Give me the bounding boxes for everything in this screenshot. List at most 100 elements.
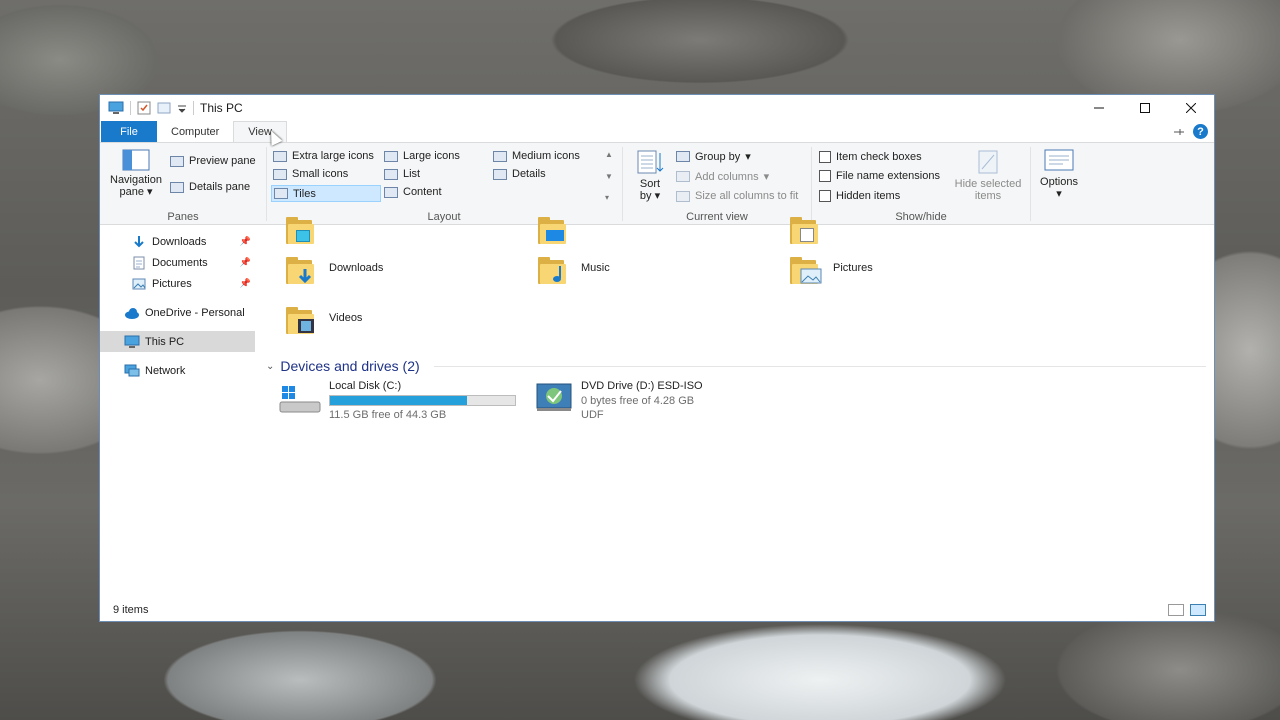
devices-section-header[interactable]: ⌄ Devices and drives (2): [266, 358, 1206, 374]
folder-icon[interactable]: [286, 216, 318, 244]
expand-gallery-icon[interactable]: ▾: [605, 193, 616, 202]
caption-buttons: [1076, 95, 1214, 121]
close-icon: [1186, 103, 1196, 113]
sidebar-item-network[interactable]: Network: [100, 360, 255, 381]
group-divider: [1030, 147, 1031, 221]
status-bar: 9 items: [100, 599, 1214, 621]
layout-content[interactable]: Content: [384, 186, 442, 198]
layout-small-icons[interactable]: Small icons: [273, 168, 348, 180]
sidebar-item-label: Network: [145, 364, 186, 377]
network-icon: [124, 364, 140, 377]
item-check-boxes-toggle[interactable]: Item check boxes: [819, 151, 922, 163]
tab-computer[interactable]: Computer: [157, 121, 233, 142]
options-group: Options ▾: [1032, 143, 1086, 226]
quick-access-toolbar: [100, 101, 194, 115]
folder-videos-icon[interactable]: [286, 306, 318, 334]
group-by-button[interactable]: Group by ▾: [676, 150, 751, 163]
scroll-down-icon[interactable]: ▼: [605, 172, 616, 181]
chevron-down-icon[interactable]: ⌄: [266, 361, 274, 372]
navigation-pane-label: Navigation: [110, 174, 162, 186]
sort-by-icon: [637, 150, 664, 174]
sidebar-item-label: Pictures: [152, 277, 192, 290]
folder-downloads-label[interactable]: Downloads: [329, 262, 383, 274]
close-button[interactable]: [1168, 95, 1214, 121]
details-view-icon[interactable]: [1168, 604, 1184, 616]
layout-large-icons[interactable]: Large icons: [384, 150, 460, 162]
maximize-button[interactable]: [1122, 95, 1168, 121]
minimize-button[interactable]: [1076, 95, 1122, 121]
group-divider: [811, 147, 812, 221]
sort-by-button[interactable]: Sort by ▾: [630, 149, 670, 202]
navigation-pane: Downloads 📌 Documents 📌 Pictures 📌 OneDr…: [100, 226, 260, 596]
layout-group: Extra large icons Large icons Medium ico…: [268, 143, 620, 226]
minimize-icon: [1094, 107, 1104, 109]
sort-by-label-2: by ▾: [639, 190, 661, 202]
new-folder-icon[interactable]: [157, 101, 171, 115]
pin-icon[interactable]: 📌: [240, 278, 251, 289]
details-pane-button[interactable]: Details pane: [170, 181, 250, 193]
sidebar-item-pictures[interactable]: Pictures 📌: [100, 273, 255, 294]
folder-videos-label[interactable]: Videos: [329, 312, 362, 324]
large-icons-view-icon[interactable]: [1190, 604, 1206, 616]
preview-pane-icon: [170, 155, 184, 167]
layout-details[interactable]: Details: [493, 168, 546, 180]
hidden-items-toggle[interactable]: Hidden items: [819, 190, 900, 202]
extra-large-icons-icon: [273, 150, 287, 162]
file-name-extensions-toggle[interactable]: File name extensions: [819, 170, 940, 182]
sidebar-item-onedrive[interactable]: OneDrive - Personal: [100, 302, 255, 323]
add-columns-icon: [676, 171, 690, 182]
customize-toolbar-icon[interactable]: [177, 103, 187, 113]
layout-medium-icons[interactable]: Medium icons: [493, 150, 580, 162]
checkbox[interactable]: [819, 170, 831, 182]
drive-c-usage-bar: [329, 395, 516, 406]
pin-icon[interactable]: 📌: [240, 257, 251, 268]
tab-file[interactable]: File: [101, 121, 157, 142]
details-pane-label: Details pane: [189, 181, 251, 193]
folder-pictures-icon[interactable]: [790, 256, 822, 284]
drive-d-filesystem: UDF: [581, 409, 604, 421]
ribbon-view: Navigation pane ▾ Preview pane Details p…: [100, 142, 1214, 225]
hard-drive-icon: [279, 386, 321, 413]
folder-icon[interactable]: [790, 216, 822, 244]
details-icon: [493, 168, 507, 180]
folder-pictures-label[interactable]: Pictures: [833, 262, 873, 274]
checkbox[interactable]: [819, 190, 831, 202]
navigation-pane-icon: [122, 149, 150, 171]
group-divider: [266, 147, 267, 221]
preview-pane-button[interactable]: Preview pane: [170, 155, 256, 167]
folder-downloads-icon[interactable]: [286, 256, 318, 284]
folder-music-icon[interactable]: [538, 256, 570, 284]
size-all-columns-button[interactable]: Size all columns to fit: [676, 190, 798, 202]
options-button[interactable]: Options ▾: [1034, 149, 1084, 200]
layout-list[interactable]: List: [384, 168, 420, 180]
drive-c-free: 11.5 GB free of 44.3 GB: [329, 409, 447, 421]
add-columns-button[interactable]: Add columns ▾: [676, 170, 769, 183]
layout-option-label: Content: [403, 186, 442, 198]
sidebar-item-downloads[interactable]: Downloads 📌: [100, 231, 255, 252]
navigation-pane-button[interactable]: Navigation pane ▾: [106, 149, 166, 198]
properties-icon[interactable]: [137, 101, 151, 115]
sidebar-item-this-pc[interactable]: This PC: [100, 331, 255, 352]
drive-d-free: 0 bytes free of 4.28 GB: [581, 395, 695, 407]
show-hide-group-label: Show/hide: [895, 211, 947, 223]
window-title: This PC: [200, 101, 243, 115]
layout-gallery-scroll[interactable]: ▲ ▼ ▾: [605, 150, 616, 202]
layout-option-label: Medium icons: [512, 150, 580, 162]
folder-icon[interactable]: [538, 216, 570, 244]
current-view-group: Sort by ▾ Group by ▾ Add columns ▾ Size al…: [624, 143, 810, 226]
pin-icon[interactable]: 📌: [240, 236, 251, 247]
layout-extra-large-icons[interactable]: Extra large icons: [273, 150, 374, 162]
folder-music-label[interactable]: Music: [581, 262, 610, 274]
layout-tiles[interactable]: Tiles: [271, 185, 381, 202]
file-explorer-window: This PC File Computer View ? Navigation …: [99, 94, 1215, 622]
options-label: Options: [1040, 176, 1078, 188]
hide-selected-items-button[interactable]: Hide selected items: [951, 149, 1025, 202]
scroll-up-icon[interactable]: ▲: [605, 150, 616, 159]
sidebar-item-documents[interactable]: Documents 📌: [100, 252, 255, 273]
help-icon[interactable]: ?: [1193, 124, 1208, 139]
view-switcher: [1168, 604, 1214, 616]
hide-selected-label-2: items: [974, 190, 1002, 202]
pin-ribbon-icon[interactable]: [1173, 127, 1185, 137]
toolbar-divider: [130, 101, 131, 115]
checkbox[interactable]: [819, 151, 831, 163]
